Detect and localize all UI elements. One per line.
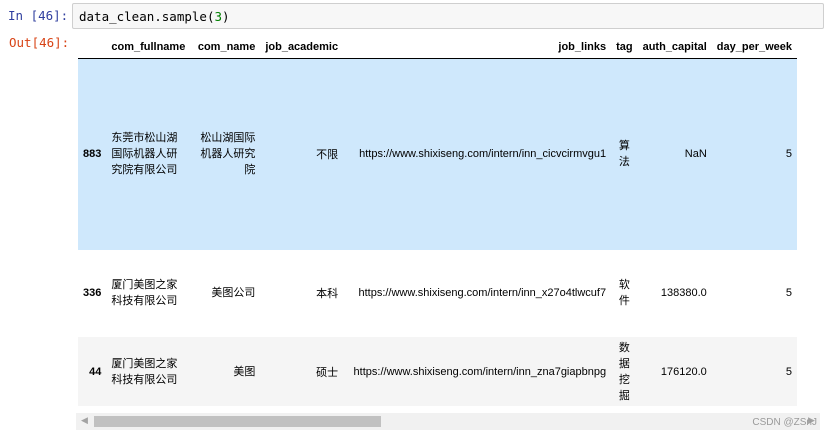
cell-day-per-week: 5 [785,148,792,161]
watermark: CSDN @ZSnJ [752,417,817,428]
column-header-day-per-week: day_per_week [711,36,797,59]
column-header-tag: tag [611,36,638,59]
code-object: data_clean.sample [79,9,207,24]
cell-com-fullname: 厦门美图之家科技有限公司 [111,279,178,307]
cell-tag: 数据挖掘 [618,341,630,402]
column-header-job-links: job_links [343,36,612,59]
cell-job-academic: 硕士 [316,366,339,379]
row-index: 44 [89,365,102,378]
column-header-job-academic: job_academic [260,36,344,59]
table-row: 336 厦门美图之家科技有限公司 美图公司 本科 https://www.shi… [78,249,797,337]
cell-job-academic: 不限 [316,149,339,162]
table-header-row: com_fullname com_name job_academic job_l… [78,36,797,59]
cell-job-links: https://www.shixiseng.com/intern/inn_zna… [353,365,607,378]
code-line: data_clean.sample(3) [79,9,230,24]
cell-day-per-week: 5 [785,287,792,299]
cell-com-name: 松山湖国际机器人研究院 [200,132,256,177]
code-arg: 3 [214,9,222,24]
cell-day-per-week: 5 [785,365,792,378]
cell-tag: 软件 [618,279,630,307]
column-header-index [78,36,107,59]
row-index: 336 [83,287,102,299]
scrollbar-thumb[interactable] [94,416,381,427]
cell-com-fullname: 东莞市松山湖国际机器人研究院有限公司 [111,132,178,177]
cell-job-links: https://www.shixiseng.com/intern/inn_cic… [359,148,607,161]
row-index: 883 [83,148,102,161]
cell-auth-capital: NaN [684,148,707,161]
cell-com-name: 美图 [233,365,256,378]
output-area: com_fullname com_name job_academic job_l… [78,36,820,406]
table-row: 44 厦门美图之家科技有限公司 美图 硕士 https://www.shixis… [78,336,797,406]
horizontal-scrollbar[interactable]: ◀ ▶ [76,413,820,430]
column-header-com-fullname: com_fullname [106,36,191,59]
table-row: 883 东莞市松山湖国际机器人研究院有限公司 松山湖国际机器人研究院 不限 ht… [78,58,797,250]
output-prompt: Out[46]: [9,35,70,50]
input-prompt: In [46]: [8,8,69,23]
cell-job-links: https://www.shixiseng.com/intern/inn_x27… [358,287,607,299]
cell-com-name: 美图公司 [211,287,256,299]
cell-tag: 算法 [618,140,630,169]
cell-job-academic: 本科 [316,288,339,300]
code-close-paren: ) [222,9,230,24]
cell-auth-capital: 176120.0 [660,365,707,378]
scroll-left-arrow-icon[interactable]: ◀ [76,413,93,430]
code-cell[interactable]: data_clean.sample(3) [72,3,824,29]
column-header-auth-capital: auth_capital [637,36,712,59]
cell-com-fullname: 厦门美图之家科技有限公司 [111,357,178,386]
dataframe-table: com_fullname com_name job_academic job_l… [78,36,797,406]
column-header-com-name: com_name [190,36,261,59]
cell-auth-capital: 138380.0 [660,287,707,299]
